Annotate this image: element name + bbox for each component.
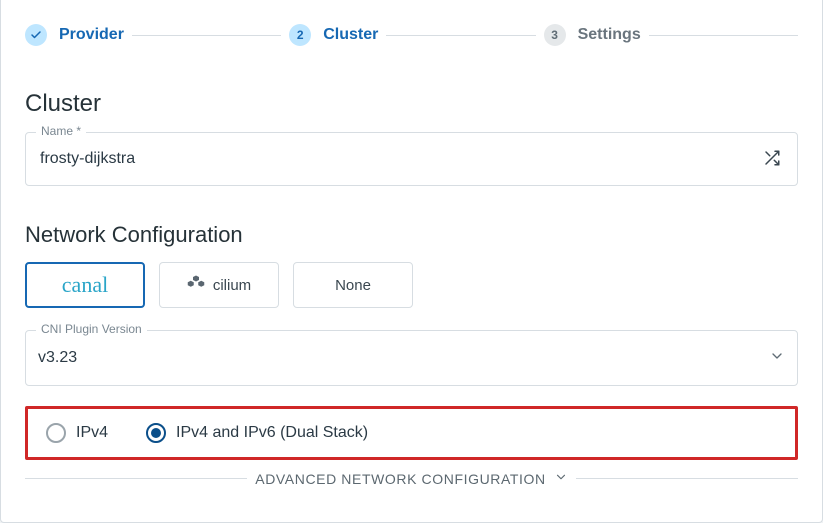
stepper-divider bbox=[132, 35, 281, 36]
network-section: Network Configuration canal cilium None … bbox=[1, 186, 822, 487]
shuffle-icon bbox=[763, 149, 781, 170]
cni-version-value: v3.23 bbox=[38, 349, 769, 367]
plugin-cilium-button[interactable]: cilium bbox=[159, 262, 279, 308]
cni-version-select[interactable]: CNI Plugin Version v3.23 bbox=[25, 330, 798, 386]
radio-icon bbox=[46, 423, 66, 443]
plugin-none-button[interactable]: None bbox=[293, 262, 413, 308]
name-field[interactable]: Name * bbox=[25, 132, 798, 186]
check-icon bbox=[25, 24, 47, 46]
cluster-heading: Cluster bbox=[25, 90, 798, 118]
step-label: Cluster bbox=[323, 26, 378, 44]
network-heading: Network Configuration bbox=[25, 222, 798, 248]
stepper-divider bbox=[386, 35, 535, 36]
chevron-down-icon bbox=[769, 348, 785, 369]
stepper: Provider 2 Cluster 3 Settings bbox=[1, 0, 822, 54]
wizard-card: Provider 2 Cluster 3 Settings Cluster Na… bbox=[0, 0, 823, 523]
radio-ipv4[interactable]: IPv4 bbox=[46, 423, 108, 443]
step-settings[interactable]: 3 Settings bbox=[544, 24, 641, 46]
cilium-icon bbox=[187, 274, 205, 296]
plugin-label: None bbox=[335, 277, 371, 294]
cni-plugin-row: canal cilium None bbox=[25, 262, 798, 308]
step-label: Settings bbox=[578, 26, 641, 44]
randomize-button[interactable] bbox=[759, 145, 785, 174]
divider bbox=[25, 478, 247, 479]
plugin-canal-button[interactable]: canal bbox=[25, 262, 145, 308]
plugin-label: cilium bbox=[213, 277, 251, 294]
chevron-down-icon bbox=[554, 470, 568, 487]
radio-label: IPv4 and IPv6 (Dual Stack) bbox=[176, 424, 368, 442]
step-number: 3 bbox=[544, 24, 566, 46]
cluster-section: Cluster Name * bbox=[1, 54, 822, 186]
step-label: Provider bbox=[59, 26, 124, 44]
name-label: Name * bbox=[36, 124, 86, 138]
radio-dual-stack[interactable]: IPv4 and IPv6 (Dual Stack) bbox=[146, 423, 368, 443]
name-input[interactable] bbox=[38, 149, 759, 169]
ip-stack-group: IPv4 IPv4 and IPv6 (Dual Stack) bbox=[25, 406, 798, 460]
canal-logo: canal bbox=[62, 272, 108, 298]
step-number: 2 bbox=[289, 24, 311, 46]
stepper-divider bbox=[649, 35, 798, 36]
cni-version-label: CNI Plugin Version bbox=[36, 322, 147, 336]
radio-label: IPv4 bbox=[76, 424, 108, 442]
step-provider[interactable]: Provider bbox=[25, 24, 124, 46]
advanced-label: ADVANCED NETWORK CONFIGURATION bbox=[255, 471, 546, 487]
step-cluster[interactable]: 2 Cluster bbox=[289, 24, 378, 46]
divider bbox=[576, 478, 798, 479]
radio-icon bbox=[146, 423, 166, 443]
advanced-network-toggle[interactable]: ADVANCED NETWORK CONFIGURATION bbox=[25, 470, 798, 487]
